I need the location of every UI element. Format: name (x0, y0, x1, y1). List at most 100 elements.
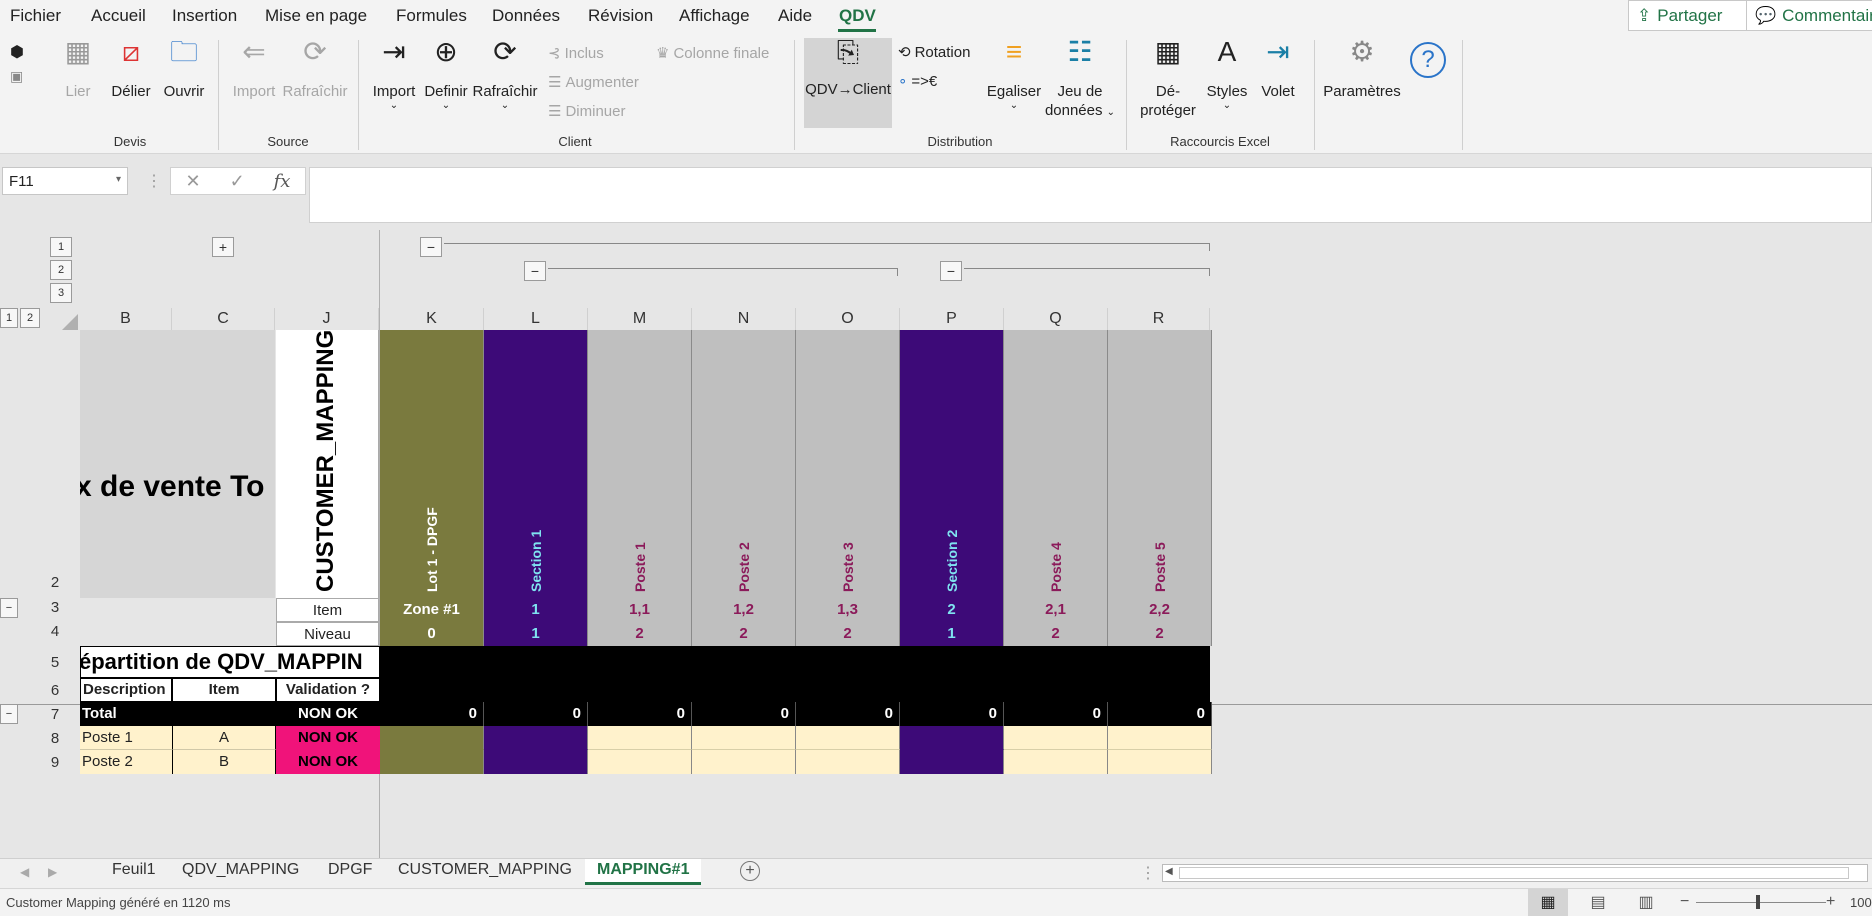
confirm-icon[interactable]: ✓ (230, 171, 245, 192)
zoom-in-icon[interactable]: + (1826, 893, 1835, 911)
repartition-cell[interactable]: épartition de QDV_MAPPIN (80, 646, 380, 678)
row-header-9[interactable]: 9 (40, 754, 70, 771)
cancel-icon[interactable]: ✕ (185, 171, 200, 192)
column-header-m[interactable]: M (588, 308, 692, 330)
augmenter-button[interactable]: ☰ Augmenter (548, 73, 639, 92)
collapse-section-1-button[interactable]: − (524, 261, 546, 281)
poste-1-value-cell[interactable] (1108, 726, 1212, 750)
select-all-corner[interactable] (62, 314, 78, 330)
outline-level-1[interactable]: 1 (50, 237, 72, 257)
poste-1-description[interactable]: Poste 1 (80, 726, 172, 750)
row-outline-level-2[interactable]: 2 (20, 308, 40, 328)
menu-revision[interactable]: Révision (588, 6, 653, 26)
collapse-rows-button[interactable]: − (0, 598, 18, 618)
column-niveau-cell[interactable]: 2 (588, 622, 692, 646)
poste-2-value-cell[interactable] (1004, 750, 1108, 774)
column-item-cell[interactable]: 1,2 (692, 598, 796, 622)
column-header-p[interactable]: P (900, 308, 1004, 330)
niveau-label-cell[interactable]: Niveau (276, 622, 379, 646)
column-header-q[interactable]: Q (1004, 308, 1108, 330)
column-total-cell[interactable]: 0 (900, 702, 1004, 726)
tab-feuil1[interactable]: Feuil1 (108, 861, 160, 879)
row-header-5[interactable]: 5 (40, 654, 70, 671)
volet-button[interactable]: ⇥ Volet (1254, 38, 1302, 101)
menu-qdv[interactable]: QDV (839, 6, 876, 26)
jeu-donnees-button[interactable]: ☷ Jeu de données ⌄ (1042, 38, 1118, 122)
qdv-client-button[interactable]: ⎘ QDV→Client (804, 38, 892, 128)
poste-2-status[interactable]: NON OK (276, 750, 380, 774)
menu-affichage[interactable]: Affichage (679, 6, 750, 26)
column-total-cell[interactable]: 0 (380, 702, 484, 726)
zoom-out-icon[interactable]: − (1680, 893, 1689, 911)
column-niveau-cell[interactable]: 2 (1004, 622, 1108, 646)
column-item-cell[interactable]: 2,2 (1108, 598, 1212, 622)
column-item-cell[interactable]: 2 (900, 598, 1004, 622)
add-sheet-icon[interactable]: + (740, 861, 760, 881)
page-layout-view-icon[interactable]: ▤ (1578, 889, 1618, 916)
column-header-n[interactable]: N (692, 308, 796, 330)
header-description[interactable]: Description (80, 678, 172, 702)
column-item-cell[interactable]: 2,1 (1004, 598, 1108, 622)
insert-function-icon[interactable]: fx (274, 171, 291, 192)
tabs-splitter-icon[interactable]: ⋮ (1140, 863, 1156, 883)
styles-button[interactable]: A Styles ⌄ (1202, 38, 1252, 111)
column-total-cell[interactable]: 0 (796, 702, 900, 726)
poste-1-value-cell[interactable] (1004, 726, 1108, 750)
column-header-k[interactable]: K (380, 308, 484, 330)
colonne-finale-button[interactable]: ♛ Colonne finale (656, 44, 769, 63)
column-header-r[interactable]: R (1108, 308, 1210, 330)
item-label-cell[interactable]: Item (276, 598, 379, 622)
column-niveau-cell[interactable]: 2 (1108, 622, 1212, 646)
euro-button[interactable]: ∘ =>€ (898, 72, 937, 91)
total-status[interactable]: NON OK (276, 702, 380, 726)
poste-2-value-cell[interactable] (484, 750, 588, 774)
column-niveau-cell[interactable]: 2 (796, 622, 900, 646)
delier-button[interactable]: ⧄ Délier (108, 38, 154, 101)
row-header-2[interactable]: 2 (40, 574, 70, 591)
row-header-6[interactable]: 6 (40, 682, 70, 699)
outline-level-3[interactable]: 3 (50, 283, 72, 303)
menu-aide[interactable]: Aide (778, 6, 812, 26)
poste-2-value-cell[interactable] (1108, 750, 1212, 774)
poste-1-value-cell[interactable] (380, 726, 484, 750)
share-button[interactable]: ⇪ Partager (1628, 0, 1750, 31)
tab-customer-mapping[interactable]: CUSTOMER_MAPPING (394, 861, 576, 879)
column-niveau-cell[interactable]: 2 (692, 622, 796, 646)
zoom-slider[interactable] (1696, 902, 1826, 903)
poste-2-value-cell[interactable] (692, 750, 796, 774)
column-item-cell[interactable]: Zone #1 (380, 598, 484, 622)
egaliser-button[interactable]: ≡ Egaliser ⌄ (984, 38, 1044, 111)
definir-button[interactable]: ⊕ Definir ⌄ (420, 38, 472, 111)
outline-level-2[interactable]: 2 (50, 260, 72, 280)
column-name-cell[interactable]: Poste 3 (796, 330, 900, 598)
tab-dpgf[interactable]: DPGF (324, 861, 376, 879)
menu-formules[interactable]: Formules (396, 6, 467, 26)
customer-mapping-cell[interactable]: CUSTOMER_MAPPING (276, 330, 379, 598)
poste-1-value-cell[interactable] (692, 726, 796, 750)
collapse-section-2-button[interactable]: − (940, 261, 962, 281)
column-total-cell[interactable]: 0 (1004, 702, 1108, 726)
zoom-slider-thumb[interactable] (1756, 895, 1760, 909)
poste-2-value-cell[interactable] (588, 750, 692, 774)
column-header-b[interactable]: B (80, 308, 172, 330)
poste-2-item[interactable]: B (172, 750, 276, 774)
column-header-o[interactable]: O (796, 308, 900, 330)
column-total-cell[interactable]: 0 (692, 702, 796, 726)
poste-2-value-cell[interactable] (796, 750, 900, 774)
qdv-helper-icon[interactable]: ▣ (10, 68, 23, 85)
deproteger-button[interactable]: ▦ Dé- protéger (1136, 38, 1200, 120)
menu-mise-en-page[interactable]: Mise en page (265, 6, 367, 26)
column-total-cell[interactable]: 0 (484, 702, 588, 726)
column-niveau-cell[interactable]: 0 (380, 622, 484, 646)
lier-button[interactable]: ▦ Lier (58, 38, 98, 101)
column-item-cell[interactable]: 1,1 (588, 598, 692, 622)
qdv-logo-icon[interactable]: ⬢ (10, 42, 24, 62)
column-header-l[interactable]: L (484, 308, 588, 330)
column-name-cell[interactable]: Section 2 (900, 330, 1004, 598)
column-name-cell[interactable]: Poste 5 (1108, 330, 1212, 598)
parametres-button[interactable]: ⚙ Paramètres (1322, 38, 1402, 101)
poste-1-value-cell[interactable] (900, 726, 1004, 750)
row-header-4[interactable]: 4 (40, 623, 70, 640)
column-total-cell[interactable]: 0 (1108, 702, 1212, 726)
column-total-cell[interactable]: 0 (588, 702, 692, 726)
